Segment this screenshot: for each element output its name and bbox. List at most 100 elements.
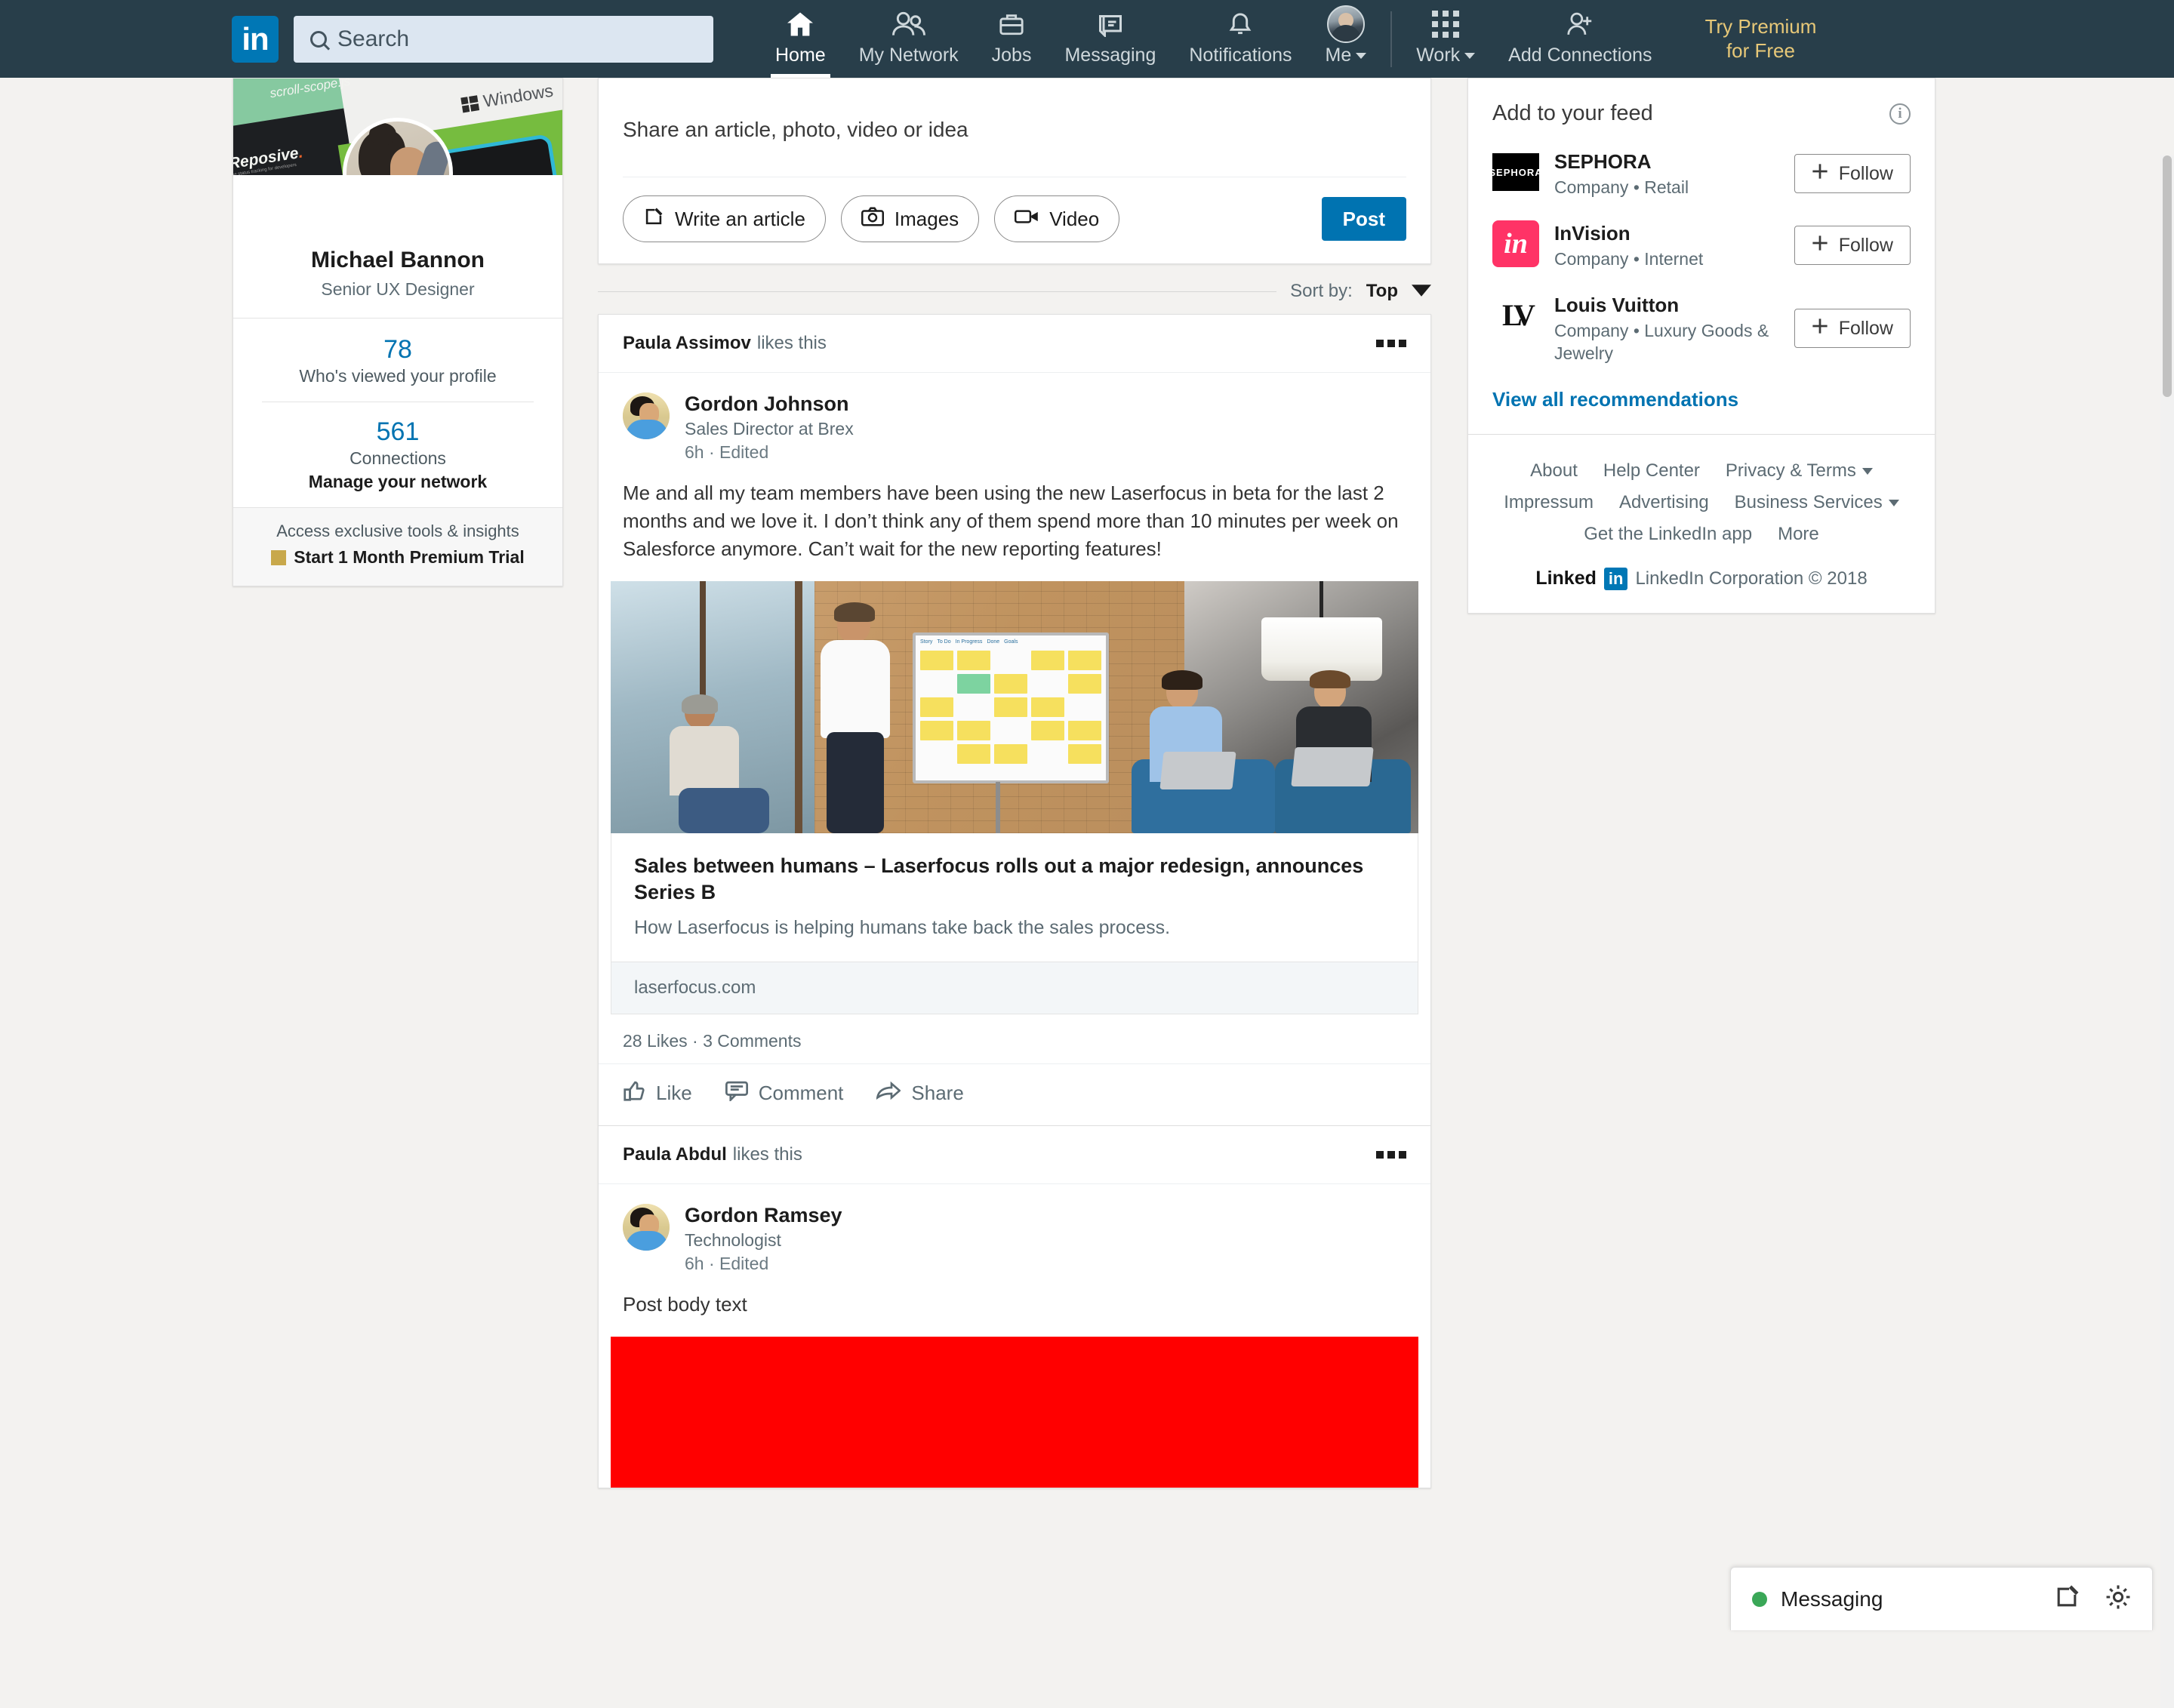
post-author-avatar[interactable] <box>623 392 670 439</box>
liked-by-suffix: likes this <box>756 333 827 353</box>
sort-control[interactable]: Sort by: Top <box>598 264 1431 314</box>
nav-item-home[interactable]: Home <box>759 0 842 78</box>
center-feed: Share an article, photo, video or idea W… <box>598 78 1431 1488</box>
search-placeholder: Search <box>337 26 410 51</box>
premium-trial-cta[interactable]: Start 1 Month Premium Trial <box>294 547 524 568</box>
profile-name: Michael Bannon <box>310 248 485 272</box>
sort-label: Sort by: <box>1290 281 1353 301</box>
feed-company-name[interactable]: Louis Vuitton <box>1554 294 1779 317</box>
footer-link-more[interactable]: More <box>1778 524 1819 545</box>
message-icon <box>1097 8 1124 40</box>
try-premium-link[interactable]: Try Premium for Free <box>1705 15 1817 62</box>
scrollbar-thumb[interactable] <box>2163 155 2172 397</box>
post-photo[interactable]: Story To Do In Progress Done Goals <box>611 580 1418 833</box>
nav-item-add-connections[interactable]: Add Connections <box>1492 0 1668 78</box>
article-preview-card[interactable]: Sales between humans – Laserfocus rolls … <box>611 832 1418 1014</box>
stat-profile-views[interactable]: 78 Who's viewed your profile <box>233 335 562 386</box>
article-source-domain: laserfocus.com <box>611 961 1418 1014</box>
footer-link-privacy-terms[interactable]: Privacy & Terms <box>1726 460 1873 482</box>
feed-company-name[interactable]: SEPHORA <box>1554 150 1779 174</box>
post-author-role: Technologist <box>685 1229 781 1250</box>
footer-link-impressum[interactable]: Impressum <box>1504 492 1594 513</box>
follow-button[interactable]: Follow <box>1794 226 1911 266</box>
post-media-placeholder[interactable] <box>611 1336 1418 1488</box>
post-author-avatar[interactable] <box>623 1203 670 1251</box>
nav-item-jobs[interactable]: Jobs <box>975 0 1049 78</box>
article-title: Sales between humans – Laserfocus rolls … <box>634 854 1364 904</box>
avatar-icon <box>1326 5 1365 43</box>
nav-item-home-label: Home <box>775 45 826 66</box>
nav-item-work[interactable]: Work <box>1400 0 1492 78</box>
page-body: scroll-scope.js Reposive. the status trac… <box>0 78 2174 1708</box>
footer-brand-in: in <box>1603 567 1628 590</box>
follow-button[interactable]: Follow <box>1794 154 1911 194</box>
footer-link-help-center[interactable]: Help Center <box>1603 460 1700 482</box>
chevron-down-icon <box>1888 499 1899 506</box>
gear-icon[interactable] <box>2105 1584 2131 1614</box>
chevron-down-icon <box>1356 53 1367 60</box>
post-author-name[interactable]: Gordon Johnson <box>685 392 854 416</box>
like-button[interactable]: Like <box>623 1079 692 1107</box>
linkedin-logo[interactable]: in <box>232 15 279 63</box>
post-author-name[interactable]: Gordon Ramsey <box>685 1204 842 1227</box>
liked-by-name[interactable]: Paula Assimov <box>623 333 751 354</box>
premium-line-2: for Free <box>1726 38 1795 62</box>
stat-connections[interactable]: 561 Connections Manage your network <box>233 417 562 492</box>
share-label: Share <box>911 1081 964 1104</box>
liked-by-name[interactable]: Paula Abdul <box>623 1144 727 1165</box>
view-all-recommendations-link[interactable]: View all recommendations <box>1468 376 1935 434</box>
add-to-feed-panel: Add to your feed i SEPHORA SEPHORA Compa… <box>1467 78 1935 435</box>
profile-views-count: 78 <box>383 335 412 364</box>
footer-link-business-services[interactable]: Business Services <box>1735 492 1899 513</box>
nav-item-messaging[interactable]: Messaging <box>1048 0 1172 78</box>
manage-network-link[interactable]: Manage your network <box>233 472 562 492</box>
chevron-down-icon <box>1412 281 1431 302</box>
video-button[interactable]: Video <box>994 195 1120 242</box>
sephora-logo-icon: SEPHORA <box>1489 149 1542 195</box>
search-input[interactable]: Search <box>294 15 713 63</box>
post-card: Paula Assimov likes this Gordon Johnson … <box>598 314 1431 1126</box>
share-input[interactable]: Share an article, photo, video or idea <box>623 78 1406 177</box>
messaging-widget[interactable]: Messaging <box>1730 1567 2153 1630</box>
share-arrow-icon <box>876 1081 902 1106</box>
post-menu-button[interactable] <box>1376 340 1406 347</box>
feed-company-name[interactable]: InVision <box>1554 222 1779 245</box>
nav-item-notifications[interactable]: Notifications <box>1172 0 1308 78</box>
follow-label: Follow <box>1838 234 1893 256</box>
write-article-button[interactable]: Write an article <box>623 195 826 242</box>
page-scrollbar[interactable] <box>2160 155 2174 1708</box>
nav-item-me[interactable]: Me <box>1309 0 1384 78</box>
nav-item-my-network[interactable]: My Network <box>842 0 975 78</box>
footer-brand-linked: Linked <box>1535 568 1597 589</box>
liked-by-suffix: likes this <box>732 1143 802 1165</box>
premium-line-1: Try Premium <box>1704 15 1817 38</box>
images-button[interactable]: Images <box>840 195 980 242</box>
footer-link-advertising[interactable]: Advertising <box>1619 492 1709 513</box>
info-icon[interactable]: i <box>1889 103 1911 125</box>
footer-link-about[interactable]: About <box>1530 460 1578 482</box>
footer-panel: About Help Center Privacy & Terms Impres… <box>1467 434 1935 614</box>
article-description: How Laserfocus is helping humans take ba… <box>634 916 1171 938</box>
post-body-text: Me and all my team members have been usi… <box>623 482 1399 560</box>
follow-button[interactable]: Follow <box>1794 309 1911 349</box>
windows-icon <box>460 94 479 112</box>
post-menu-button[interactable] <box>1376 1150 1406 1159</box>
compose-message-icon[interactable] <box>2054 1584 2080 1614</box>
share-button[interactable]: Share <box>876 1081 964 1106</box>
connections-count: 561 <box>376 417 420 446</box>
right-sidebar: Add to your feed i SEPHORA SEPHORA Compa… <box>1467 78 1935 614</box>
post-engagement-counts[interactable]: 28 Likes · 3 Comments <box>599 1014 1430 1063</box>
messaging-label: Messaging <box>1781 1586 1883 1611</box>
premium-promo[interactable]: Access exclusive tools & insights Start … <box>233 507 562 586</box>
share-actions: Write an article Images Video Post <box>623 177 1406 263</box>
comment-button[interactable]: Comment <box>725 1080 843 1106</box>
feed-company-subtitle: Company • Luxury Goods & Jewelry <box>1554 320 1769 363</box>
nav-item-add-connections-label: Add Connections <box>1508 45 1652 66</box>
post-body-text: Post body text <box>623 1292 747 1316</box>
profile-cover-photo: scroll-scope.js Reposive. the status trac… <box>233 78 562 175</box>
post-button[interactable]: Post <box>1321 197 1406 241</box>
share-box: Share an article, photo, video or idea W… <box>598 78 1431 264</box>
profile-card[interactable]: scroll-scope.js Reposive. the status trac… <box>232 78 563 586</box>
post-timestamp: 6h · Edited <box>685 1253 769 1273</box>
footer-link-get-app[interactable]: Get the LinkedIn app <box>1584 524 1752 545</box>
